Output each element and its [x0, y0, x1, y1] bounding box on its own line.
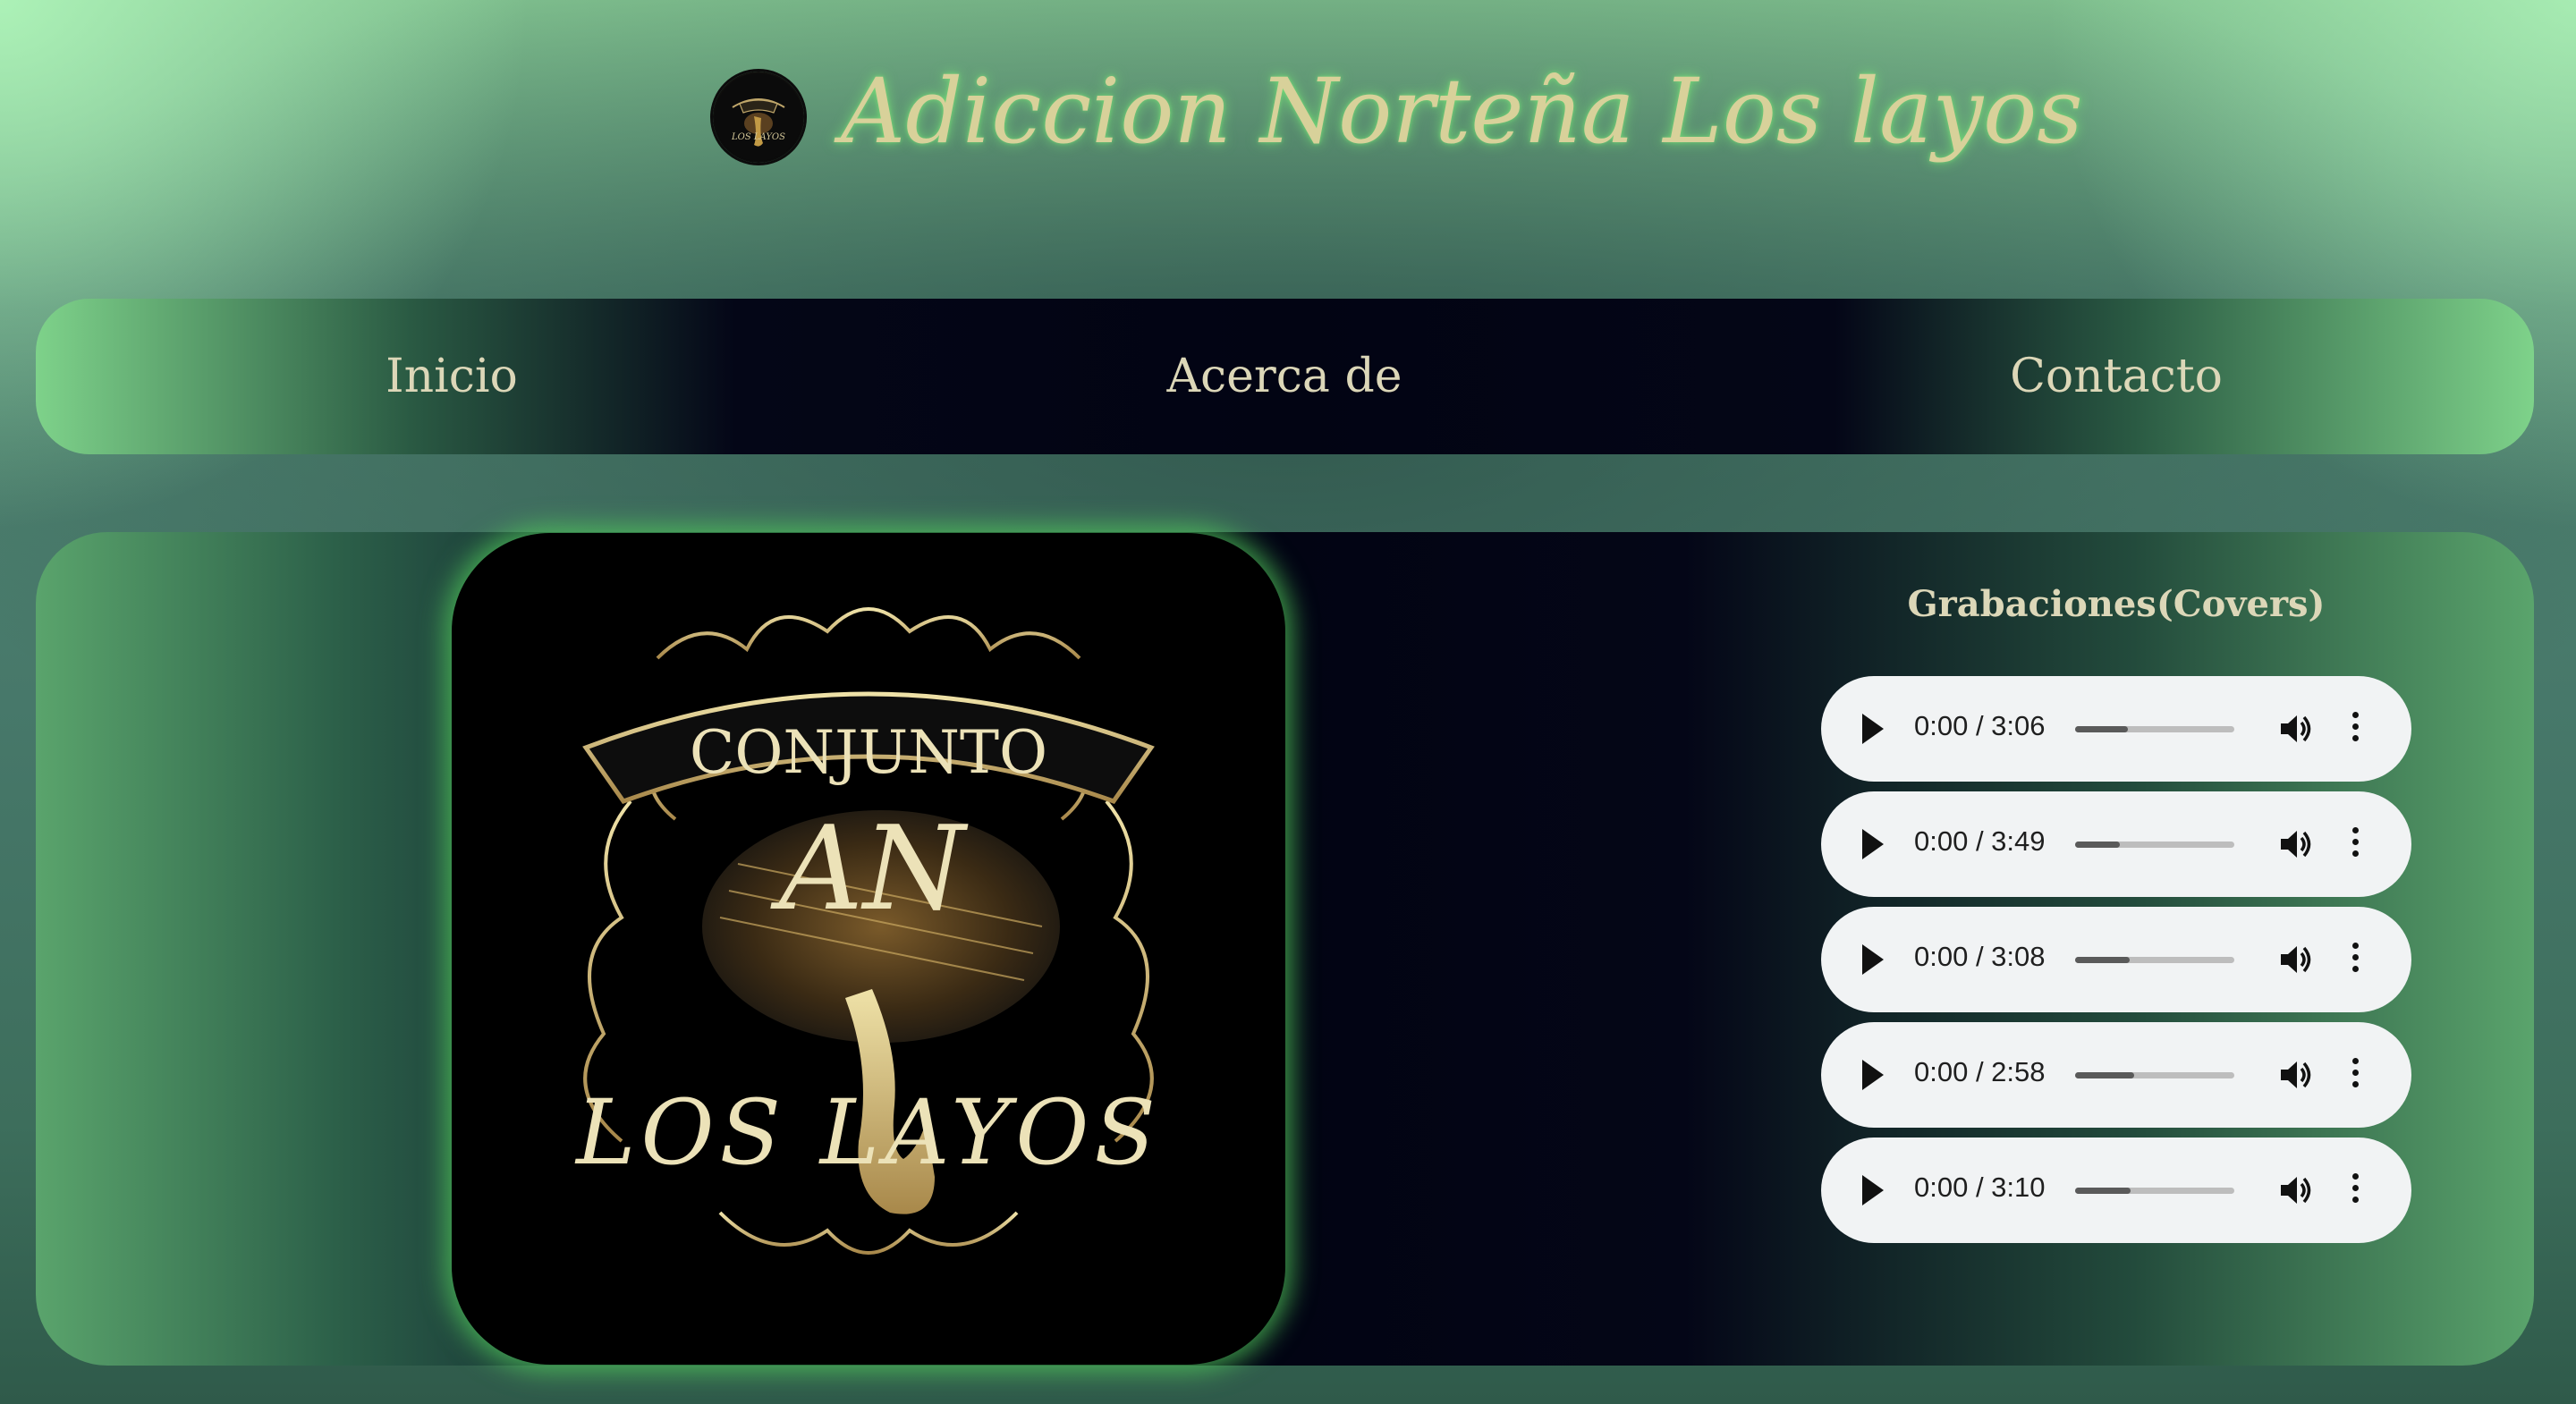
- site-title: Adiccion Norteña Los layos: [841, 59, 2083, 164]
- play-icon[interactable]: [1862, 1060, 1884, 1090]
- recordings-title: Grabaciones(Covers): [1907, 583, 2326, 625]
- more-options-icon[interactable]: [2349, 827, 2361, 861]
- volume-icon[interactable]: [2277, 1173, 2313, 1207]
- nav-item-inicio[interactable]: Inicio: [386, 350, 518, 403]
- album-line1: CONJUNTO: [690, 718, 1047, 787]
- more-options-icon[interactable]: [2349, 1173, 2361, 1207]
- volume-icon[interactable]: [2277, 827, 2313, 861]
- recordings-section: Grabaciones(Covers): [1821, 572, 2411, 637]
- more-options-icon[interactable]: [2349, 712, 2361, 746]
- audio-buffer-fill: [2075, 842, 2120, 848]
- album-cover-image: CONJUNTO AN LOS LAYOS: [574, 607, 1161, 1255]
- play-icon[interactable]: [1862, 714, 1884, 744]
- album-cover-card: CONJUNTO AN LOS LAYOS: [452, 533, 1285, 1365]
- audio-buffer-fill: [2075, 1072, 2134, 1078]
- audio-time: 0:00 / 3:49: [1914, 825, 2046, 857]
- audio-time: 0:00 / 3:10: [1914, 1171, 2046, 1203]
- audio-player[interactable]: 0:00 / 3:49: [1821, 791, 2411, 897]
- audio-seek-bar[interactable]: [2075, 842, 2234, 848]
- logo-crest-icon: LOS LAYOS: [715, 73, 802, 161]
- volume-icon[interactable]: [2277, 1058, 2313, 1092]
- audio-seek-bar[interactable]: [2075, 1072, 2234, 1078]
- audio-time: 0:00 / 3:08: [1914, 941, 2046, 972]
- audio-buffer-fill: [2075, 1188, 2131, 1194]
- audio-time: 0:00 / 2:58: [1914, 1056, 2046, 1087]
- play-icon[interactable]: [1862, 944, 1884, 975]
- audio-buffer-fill: [2075, 726, 2128, 732]
- audio-seek-bar[interactable]: [2075, 726, 2234, 732]
- site-header: LOS LAYOS Adiccion Norteña Los layos: [0, 0, 2576, 268]
- audio-seek-bar[interactable]: [2075, 957, 2234, 963]
- volume-icon[interactable]: [2277, 712, 2313, 746]
- nav-item-acerca-de[interactable]: Acerca de: [1166, 350, 1402, 403]
- play-icon[interactable]: [1862, 829, 1884, 859]
- main-nav: Inicio Acerca de Contacto: [36, 299, 2534, 454]
- audio-time: 0:00 / 3:06: [1914, 710, 2046, 741]
- audio-player[interactable]: 0:00 / 3:10: [1821, 1138, 2411, 1243]
- album-line2: LOS LAYOS: [574, 1080, 1161, 1185]
- nav-item-contacto[interactable]: Contacto: [2010, 350, 2223, 403]
- more-options-icon[interactable]: [2349, 943, 2361, 977]
- audio-seek-bar[interactable]: [2075, 1188, 2234, 1194]
- band-logo[interactable]: LOS LAYOS: [713, 72, 804, 163]
- audio-player[interactable]: 0:00 / 3:06: [1821, 676, 2411, 782]
- logo-text: LOS LAYOS: [731, 132, 785, 142]
- album-monogram: AN: [770, 800, 969, 936]
- play-icon[interactable]: [1862, 1175, 1884, 1205]
- audio-player[interactable]: 0:00 / 2:58: [1821, 1022, 2411, 1128]
- audio-player[interactable]: 0:00 / 3:08: [1821, 907, 2411, 1012]
- more-options-icon[interactable]: [2349, 1058, 2361, 1092]
- audio-buffer-fill: [2075, 957, 2130, 963]
- volume-icon[interactable]: [2277, 943, 2313, 977]
